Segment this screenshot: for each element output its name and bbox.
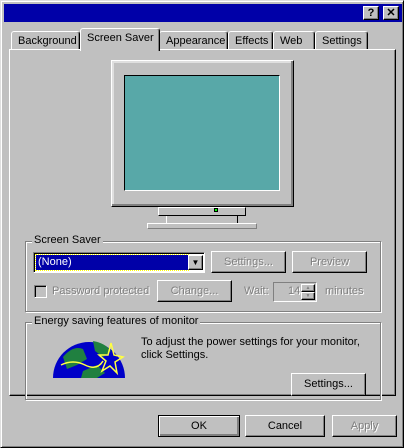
wait-label: Wait: (244, 285, 269, 297)
monitor-screen (124, 75, 280, 191)
apply-button[interactable]: Apply (332, 415, 397, 437)
help-button[interactable]: ? (363, 6, 379, 20)
tab-settings[interactable]: Settings (315, 31, 368, 50)
tab-label: Effects (235, 35, 269, 47)
energy-description-line1: To adjust the power settings for your mo… (141, 336, 360, 348)
dropdown-arrow-icon[interactable]: ▼ (188, 255, 203, 270)
spin-up-icon[interactable]: ▲ (301, 284, 315, 292)
minutes-label: minutes (325, 285, 364, 297)
tab-screen-saver[interactable]: Screen Saver (80, 28, 160, 51)
monitor-stand (166, 216, 238, 223)
password-protected-label: Password protected (52, 285, 150, 297)
help-icon: ? (367, 7, 375, 19)
tab-label: Screen Saver (87, 32, 154, 44)
energy-settings-button[interactable]: Settings... (291, 373, 366, 396)
screen-saver-settings-button[interactable]: Settings... (211, 251, 286, 273)
screen-saver-selected: (None) (35, 254, 189, 271)
energy-description-line2: click Settings. (141, 349, 209, 361)
tab-label: Background (18, 35, 77, 47)
wait-value: 14 (288, 285, 301, 297)
spin-down-icon[interactable]: ▼ (301, 292, 315, 300)
tab-label: Web (280, 35, 303, 47)
ok-button[interactable]: OK (158, 415, 240, 437)
title-bar: ? ✕ (4, 4, 402, 22)
tab-background[interactable]: Background (11, 31, 80, 50)
tab-label: Settings (322, 35, 362, 47)
monitor-neck (158, 207, 246, 216)
tab-web[interactable]: Web (273, 31, 315, 50)
power-led-icon (214, 208, 218, 212)
tab-label: Appearance (166, 35, 226, 47)
energy-star-logo-icon (53, 341, 125, 378)
wait-spinner[interactable]: 14 ▲ ▼ (273, 282, 317, 302)
password-protected-checkbox[interactable] (34, 285, 47, 298)
screen-saver-group-label: Screen Saver (32, 234, 103, 246)
close-button[interactable]: ✕ (383, 6, 399, 20)
cancel-button[interactable]: Cancel (245, 415, 325, 437)
screen-saver-dropdown[interactable]: (None) ▼ (33, 252, 205, 273)
monitor-base (147, 223, 257, 229)
tab-appearance[interactable]: Appearance (159, 31, 228, 50)
close-icon: ✕ (386, 7, 396, 19)
change-password-button[interactable]: Change... (157, 280, 232, 302)
energy-group-label: Energy saving features of monitor (32, 315, 201, 327)
preview-button[interactable]: Preview (292, 251, 367, 273)
tab-effects[interactable]: Effects (228, 31, 273, 50)
